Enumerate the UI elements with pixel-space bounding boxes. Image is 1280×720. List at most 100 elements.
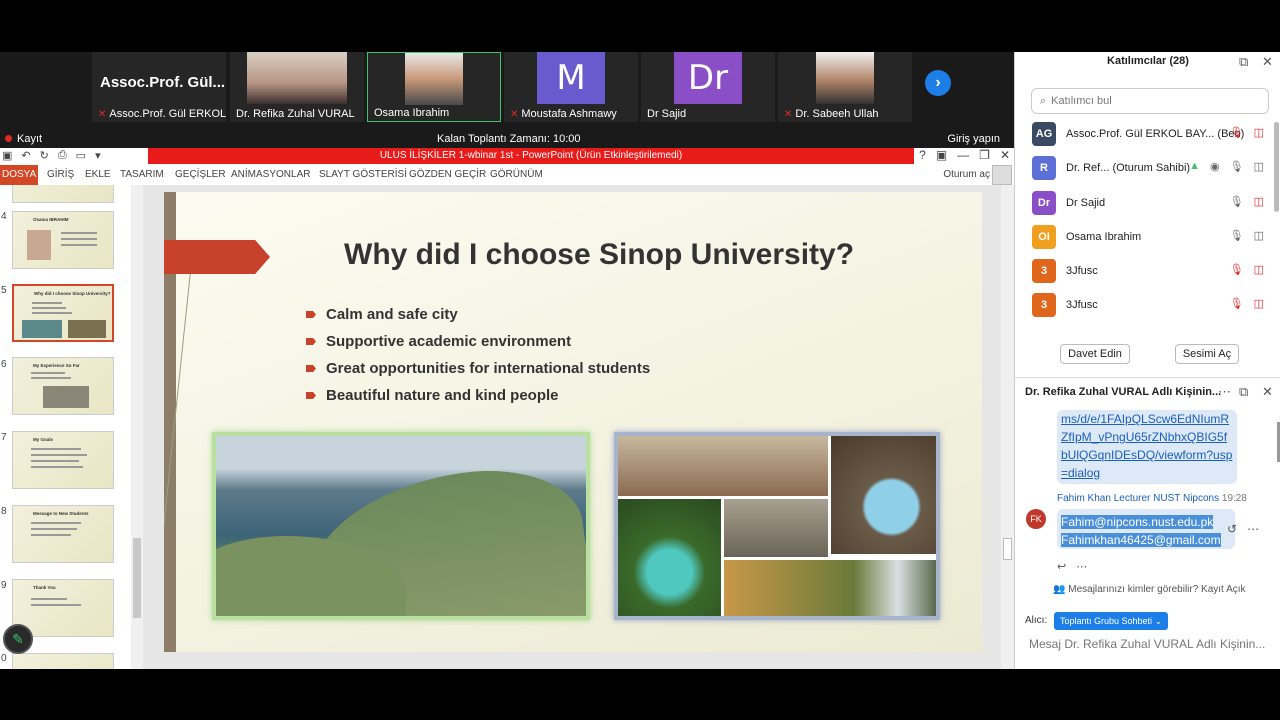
chevron-down-icon: ⌄ (1154, 616, 1163, 626)
current-slide[interactable]: Why did I choose Sinop University? Calm … (164, 192, 982, 652)
slide-scrollbar[interactable] (1001, 185, 1014, 669)
slide-thumbnails: 4 Osama IBRAHIM 5 Why did I choose Sinop… (0, 185, 132, 669)
thumbnail-number: 7 (1, 432, 7, 443)
more-icon[interactable]: ⋯ (1247, 522, 1259, 536)
slide-bullet: Supportive academic environment (306, 333, 571, 350)
slide-scroll-handle[interactable] (1003, 538, 1012, 560)
tab-giris[interactable]: GİRİŞ (47, 169, 74, 180)
record-dot-icon (5, 135, 12, 142)
participant-row[interactable]: AG Assoc.Prof. Gül ERKOL BAY... (Ben) 🎙 ◫ (1032, 122, 1272, 146)
participant-row[interactable]: 3 3Jfusc 🎙 ◫ (1032, 293, 1272, 317)
restore-icon[interactable]: ❐ (979, 148, 990, 162)
presenter-icon[interactable]: ▭ (76, 149, 86, 162)
participant-video (816, 52, 874, 104)
video-off-icon[interactable]: ◫ (1254, 263, 1264, 276)
tab-gozden-gecir[interactable]: GÖZDEN GEÇİR (409, 169, 486, 180)
participant-row[interactable]: R Dr. Ref... (Oturum Sahibi) ▲ ◉ 🎙 ◫ (1032, 156, 1272, 180)
reply-icon[interactable]: ↺ (1227, 522, 1237, 536)
avatar: Dr (1032, 191, 1056, 215)
slide-title: Why did I choose Sinop University? (344, 238, 855, 271)
participant-row[interactable]: OI Osama Ibrahim 🎙 ◫ (1032, 225, 1272, 249)
tab-slayt-gosterisi[interactable]: SLAYT GÖSTERİSİ (319, 169, 407, 180)
tab-tasarim[interactable]: TASARIM (120, 169, 164, 180)
tile-name: Assoc.Prof. Gül ERKOL ... (109, 108, 226, 120)
close-icon[interactable]: ✕ (1000, 148, 1010, 162)
video-tile-moustafa[interactable]: M ✕ Moustafa Ashmawy (504, 52, 638, 122)
sign-in-link[interactable]: Giriş yapın (947, 133, 1000, 145)
popout-icon[interactable]: ⧉ (1239, 384, 1248, 400)
close-icon[interactable]: ✕ (1262, 384, 1273, 400)
sign-in-button[interactable]: Oturum aç (943, 169, 990, 180)
participant-search-input[interactable]: ⌕ Katılımcı bul (1031, 88, 1269, 114)
ribbon-options-icon[interactable]: ▣ (936, 148, 947, 162)
participant-row[interactable]: 3 3Jfusc 🎙 ◫ (1032, 259, 1272, 283)
pen-annotation-icon[interactable]: ✎ (3, 624, 33, 654)
mic-icon[interactable]: 🎙 (1230, 229, 1244, 242)
close-icon[interactable]: ✕ (1262, 54, 1273, 70)
recipient-label: Alıcı: (1025, 615, 1048, 626)
slide-thumbnail-8[interactable]: Message to New Students (12, 505, 114, 563)
remaining-time: Kalan Toplantı Zamanı: 10:00 (437, 133, 581, 145)
tab-animasyonlar[interactable]: ANİMASYONLAR (231, 169, 310, 180)
slide-thumbnail-4[interactable]: Osama IBRAHIM (12, 211, 114, 269)
participant-row[interactable]: Dr Dr Sajid 🎙 ◫ (1032, 191, 1272, 215)
invite-button[interactable]: Davet Edin (1060, 344, 1130, 364)
chat-message[interactable]: Fahim@nipcons.nust.edu.pk Fahimkhan46425… (1057, 509, 1235, 549)
video-icon[interactable]: ◫ (1254, 160, 1264, 173)
video-tile-sabeeh[interactable]: ✕ Dr. Sabeeh Ullah (778, 52, 912, 122)
thumbnail-title: Message to New Students (33, 511, 89, 516)
video-tile-gul[interactable]: Assoc.Prof. Gül... ✕ Assoc.Prof. Gül ERKO… (92, 52, 226, 122)
video-icon[interactable]: ◫ (1254, 229, 1264, 242)
recipient-select[interactable]: Toplantı Grubu Sohbeti ⌄ (1054, 612, 1169, 630)
customize-icon[interactable]: ▾ (95, 149, 101, 162)
mic-icon[interactable]: 🎙 (1230, 160, 1244, 173)
bullet-arrow-icon (306, 311, 316, 318)
slide-thumbnail-7[interactable]: My Goals (12, 431, 114, 489)
tab-gecisler[interactable]: GEÇİŞLER (175, 169, 226, 180)
save-icon[interactable]: ▣ (2, 149, 12, 162)
unmute-button[interactable]: Sesimi Aç (1175, 344, 1239, 364)
avatar: Dr (674, 52, 742, 104)
thumbnail-title: My Goals (33, 437, 54, 442)
visibility-note[interactable]: 👥 Mesajlarınızı kimler görebilir? Kayıt … (1053, 584, 1246, 595)
slide-thumbnail[interactable] (12, 185, 114, 203)
chat-message-input[interactable]: Mesaj Dr. Refika Zuhal VURAL Adlı Kişini… (1029, 637, 1275, 651)
more-icon[interactable]: ⋯ (1218, 384, 1231, 400)
participant-video (247, 52, 347, 104)
mic-off-icon[interactable]: 🎙 (1230, 126, 1244, 139)
mic-off-icon[interactable]: 🎙 (1230, 263, 1244, 276)
slide-thumbnail-5-selected[interactable]: Why did I choose Sinop University? (12, 284, 114, 342)
minimize-icon[interactable]: — (957, 148, 969, 162)
video-off-icon[interactable]: ◫ (1254, 297, 1264, 310)
redo-icon[interactable]: ↻ (40, 149, 49, 162)
video-off-icon[interactable]: ◫ (1254, 126, 1264, 139)
video-tile-sajid[interactable]: Dr Dr Sajid (641, 52, 775, 122)
thumbnail-scroll-handle[interactable] (133, 538, 141, 618)
thumbnail-number: 4 (1, 211, 7, 222)
slide-thumbnail-6[interactable]: My Experience So Far (12, 357, 114, 415)
video-tile-osama[interactable]: Osama Ibrahim (367, 52, 501, 122)
avatar: R (1032, 156, 1056, 180)
slide-thumbnail-10[interactable] (12, 653, 114, 669)
tab-gorunum[interactable]: GÖRÜNÜM (490, 169, 543, 180)
undo-icon[interactable]: ↶ (21, 149, 30, 162)
tab-ekle[interactable]: EKLE (85, 169, 111, 180)
more-icon[interactable]: ⋯ (1076, 560, 1087, 573)
video-off-icon[interactable]: ◫ (1254, 195, 1264, 208)
record-label: Kayıt (17, 133, 43, 145)
user-avatar-icon[interactable] (992, 165, 1012, 185)
reaction-icon[interactable]: ↩ (1057, 560, 1066, 573)
participants-scrollbar[interactable] (1274, 122, 1279, 212)
thumbnail-title: Why did I choose Sinop University? (34, 291, 111, 296)
selected-text: Fahimkhan46425@gmail.com (1061, 533, 1221, 547)
chevron-right-icon[interactable]: › (925, 70, 951, 96)
mic-icon[interactable]: 🎙 (1230, 195, 1244, 208)
popout-icon[interactable]: ⧉ (1239, 54, 1248, 70)
video-tile-refika[interactable]: Dr. Refika Zuhal VURAL (230, 52, 364, 122)
print-icon[interactable]: ⎙ (58, 149, 67, 162)
mic-off-icon[interactable]: 🎙 (1230, 297, 1244, 310)
chat-link-message[interactable]: ms/d/e/1FAIpQLScw6EdNIumRZfIpM_vPngU65rZ… (1057, 410, 1237, 484)
tile-name: Dr. Sabeeh Ullah (795, 108, 879, 120)
tab-dosya[interactable]: DOSYA (0, 165, 38, 185)
help-icon[interactable]: ? (919, 148, 926, 162)
